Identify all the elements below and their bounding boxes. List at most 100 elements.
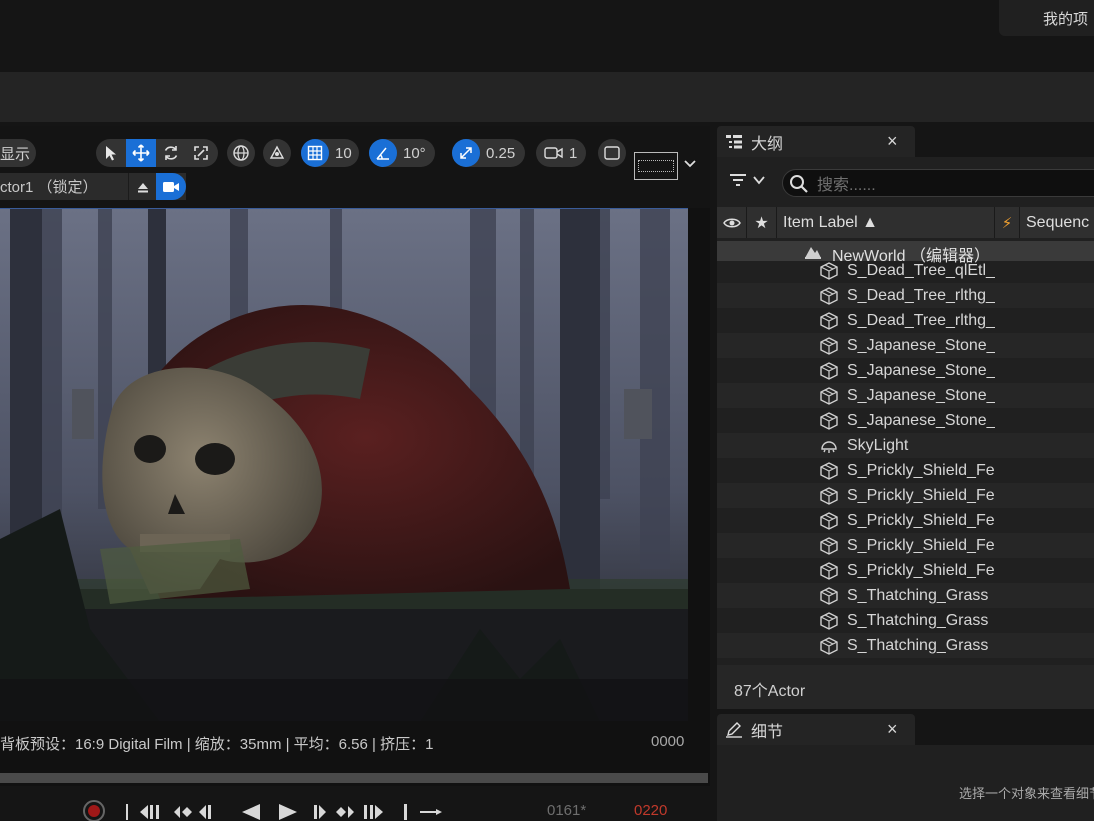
item-label-header: Item Label ▲ <box>783 213 878 231</box>
pencil-icon <box>726 721 742 738</box>
type-column[interactable]: ⚡ <box>995 207 1020 238</box>
surface-snap-icon <box>269 145 285 159</box>
outliner-row[interactable]: S_Dead_Tree_rlthg_ <box>717 283 1094 308</box>
grid-icon <box>307 145 323 161</box>
world-icon <box>805 247 821 259</box>
outliner-row-label: S_Japanese_Stone_ <box>847 361 995 379</box>
static-mesh-icon <box>818 511 840 531</box>
static-mesh-icon <box>818 586 840 606</box>
level-viewport[interactable]: 显示 10 10° 0.25 1 ctor1 （锁定） 背板预设：16:9 Di… <box>0 126 710 821</box>
outliner-row[interactable]: S_Prickly_Shield_Fe <box>717 483 1094 508</box>
item-label-column[interactable]: Item Label ▲ <box>777 207 995 238</box>
outliner-row-label: S_Prickly_Shield_Fe <box>847 486 995 504</box>
project-tab[interactable]: 我的项 <box>999 0 1094 36</box>
outliner-row-label: S_Thatching_Grass <box>847 586 989 604</box>
tab-details[interactable]: 细节 × <box>717 714 915 745</box>
transform-tools <box>96 139 218 167</box>
outliner-filter-row: 搜索...... <box>717 157 1094 207</box>
camera-view-button[interactable] <box>156 173 186 200</box>
outliner-row-label: S_Japanese_Stone_ <box>847 336 995 354</box>
outliner-row-label: S_Prickly_Shield_Fe <box>847 511 995 529</box>
static-mesh-icon <box>818 561 840 581</box>
outliner-row-label: S_Thatching_Grass <box>847 611 989 629</box>
main-toolbar <box>0 72 1094 122</box>
timeline-scrubber[interactable] <box>0 773 708 783</box>
grid-snap-toggle[interactable] <box>301 139 329 167</box>
static-mesh-icon <box>818 486 840 506</box>
skylight-icon <box>818 436 840 456</box>
sequence-column[interactable]: Sequenc <box>1020 207 1094 238</box>
rotation-snap-toggle[interactable] <box>369 139 397 167</box>
close-icon[interactable]: × <box>887 131 898 152</box>
close-icon[interactable]: × <box>887 719 898 740</box>
cursor-icon <box>106 146 116 161</box>
grid-snap-value: 10 <box>335 144 352 162</box>
outliner-row[interactable]: S_Prickly_Shield_Fe <box>717 533 1094 558</box>
outliner-row-label: S_Dead_Tree_rlthg_ <box>847 311 995 329</box>
static-mesh-icon <box>818 336 840 356</box>
scale-snap-icon <box>460 147 472 159</box>
visibility-column[interactable] <box>717 207 747 238</box>
outliner-row[interactable]: S_Prickly_Shield_Fe <box>717 558 1094 583</box>
world-row[interactable]: NewWorld （编辑器） <box>717 241 1094 265</box>
camera-speed-value: 1 <box>569 144 578 162</box>
outliner-row[interactable]: S_Japanese_Stone_ <box>717 358 1094 383</box>
details-panel: 选择一个对象来查看细节 <box>717 745 1094 821</box>
outliner-row[interactable]: SkyLight <box>717 433 1094 458</box>
show-button-label: 显示 <box>0 145 31 163</box>
show-button[interactable]: 显示 <box>0 139 36 167</box>
transport-controls: 0161* 0220 <box>0 786 710 821</box>
outliner-row[interactable]: S_Japanese_Stone_ <box>717 408 1094 433</box>
outliner-row[interactable]: S_Prickly_Shield_Fe <box>717 508 1094 533</box>
surface-snap-button[interactable] <box>263 139 291 167</box>
select-tool-button[interactable] <box>96 139 126 167</box>
chevron-down-icon[interactable] <box>683 156 697 170</box>
rotation-snap-control[interactable]: 10° <box>369 139 435 167</box>
playback-controls-icon[interactable] <box>124 800 444 821</box>
layout-preview-icon[interactable] <box>634 152 678 180</box>
pin-column[interactable]: ★ <box>747 207 777 238</box>
scale-snap-toggle[interactable] <box>452 139 480 167</box>
chevron-down-icon <box>753 176 765 185</box>
move-icon <box>132 144 150 162</box>
scale-snap-value: 0.25 <box>486 144 516 162</box>
outliner-column-header: ★ Item Label ▲ ⚡ Sequenc <box>717 207 1094 238</box>
scale-snap-control[interactable]: 0.25 <box>452 139 525 167</box>
outliner-row[interactable]: S_Thatching_Grass <box>717 608 1094 633</box>
static-mesh-icon <box>818 611 840 631</box>
eye-icon <box>722 218 741 227</box>
pilot-bar: ctor1 （锁定） <box>0 173 186 200</box>
outliner-row[interactable]: S_Thatching_Grass <box>717 633 1094 658</box>
lightning-icon: ⚡ <box>1001 214 1013 232</box>
grid-snap-control[interactable]: 10 <box>301 139 359 167</box>
rotate-tool-button[interactable] <box>156 139 186 167</box>
star-icon: ★ <box>754 214 769 232</box>
eject-icon <box>137 182 148 192</box>
static-mesh-icon <box>818 311 840 331</box>
actor-count-label: 87个Actor <box>734 683 806 700</box>
filter-button[interactable] <box>729 173 765 187</box>
scale-tool-button[interactable] <box>186 139 216 167</box>
outliner-row[interactable]: S_Dead_Tree_rlthg_ <box>717 308 1094 333</box>
project-tab-label: 我的项 <box>1043 11 1089 28</box>
camera-speed-button[interactable]: 1 <box>536 139 586 167</box>
outliner-row[interactable]: S_Japanese_Stone_ <box>717 383 1094 408</box>
viewport-scene[interactable] <box>0 208 688 721</box>
details-empty-hint: 选择一个对象来查看细节 <box>959 786 1094 801</box>
outliner-row-label: S_Thatching_Grass <box>847 636 989 654</box>
maximize-viewport-button[interactable] <box>598 139 626 167</box>
outliner-search-input[interactable]: 搜索...... <box>782 169 1094 197</box>
coordinate-space-button[interactable] <box>227 139 255 167</box>
move-tool-button[interactable] <box>126 139 156 167</box>
rotation-snap-value: 10° <box>403 144 426 162</box>
tab-outliner[interactable]: 大纲 × <box>717 126 915 157</box>
static-mesh-icon <box>818 286 840 306</box>
outliner-row[interactable]: S_Prickly_Shield_Fe <box>717 458 1094 483</box>
static-mesh-icon <box>818 536 840 556</box>
eject-button[interactable] <box>128 173 156 200</box>
outliner-row[interactable]: S_Japanese_Stone_ <box>717 333 1094 358</box>
record-icon[interactable] <box>82 799 106 821</box>
outliner-list: S_Dead_Tree_qlEtl_S_Dead_Tree_qlEtl_S_De… <box>717 241 1094 665</box>
search-placeholder: 搜索...... <box>817 177 876 194</box>
outliner-row[interactable]: S_Thatching_Grass <box>717 583 1094 608</box>
